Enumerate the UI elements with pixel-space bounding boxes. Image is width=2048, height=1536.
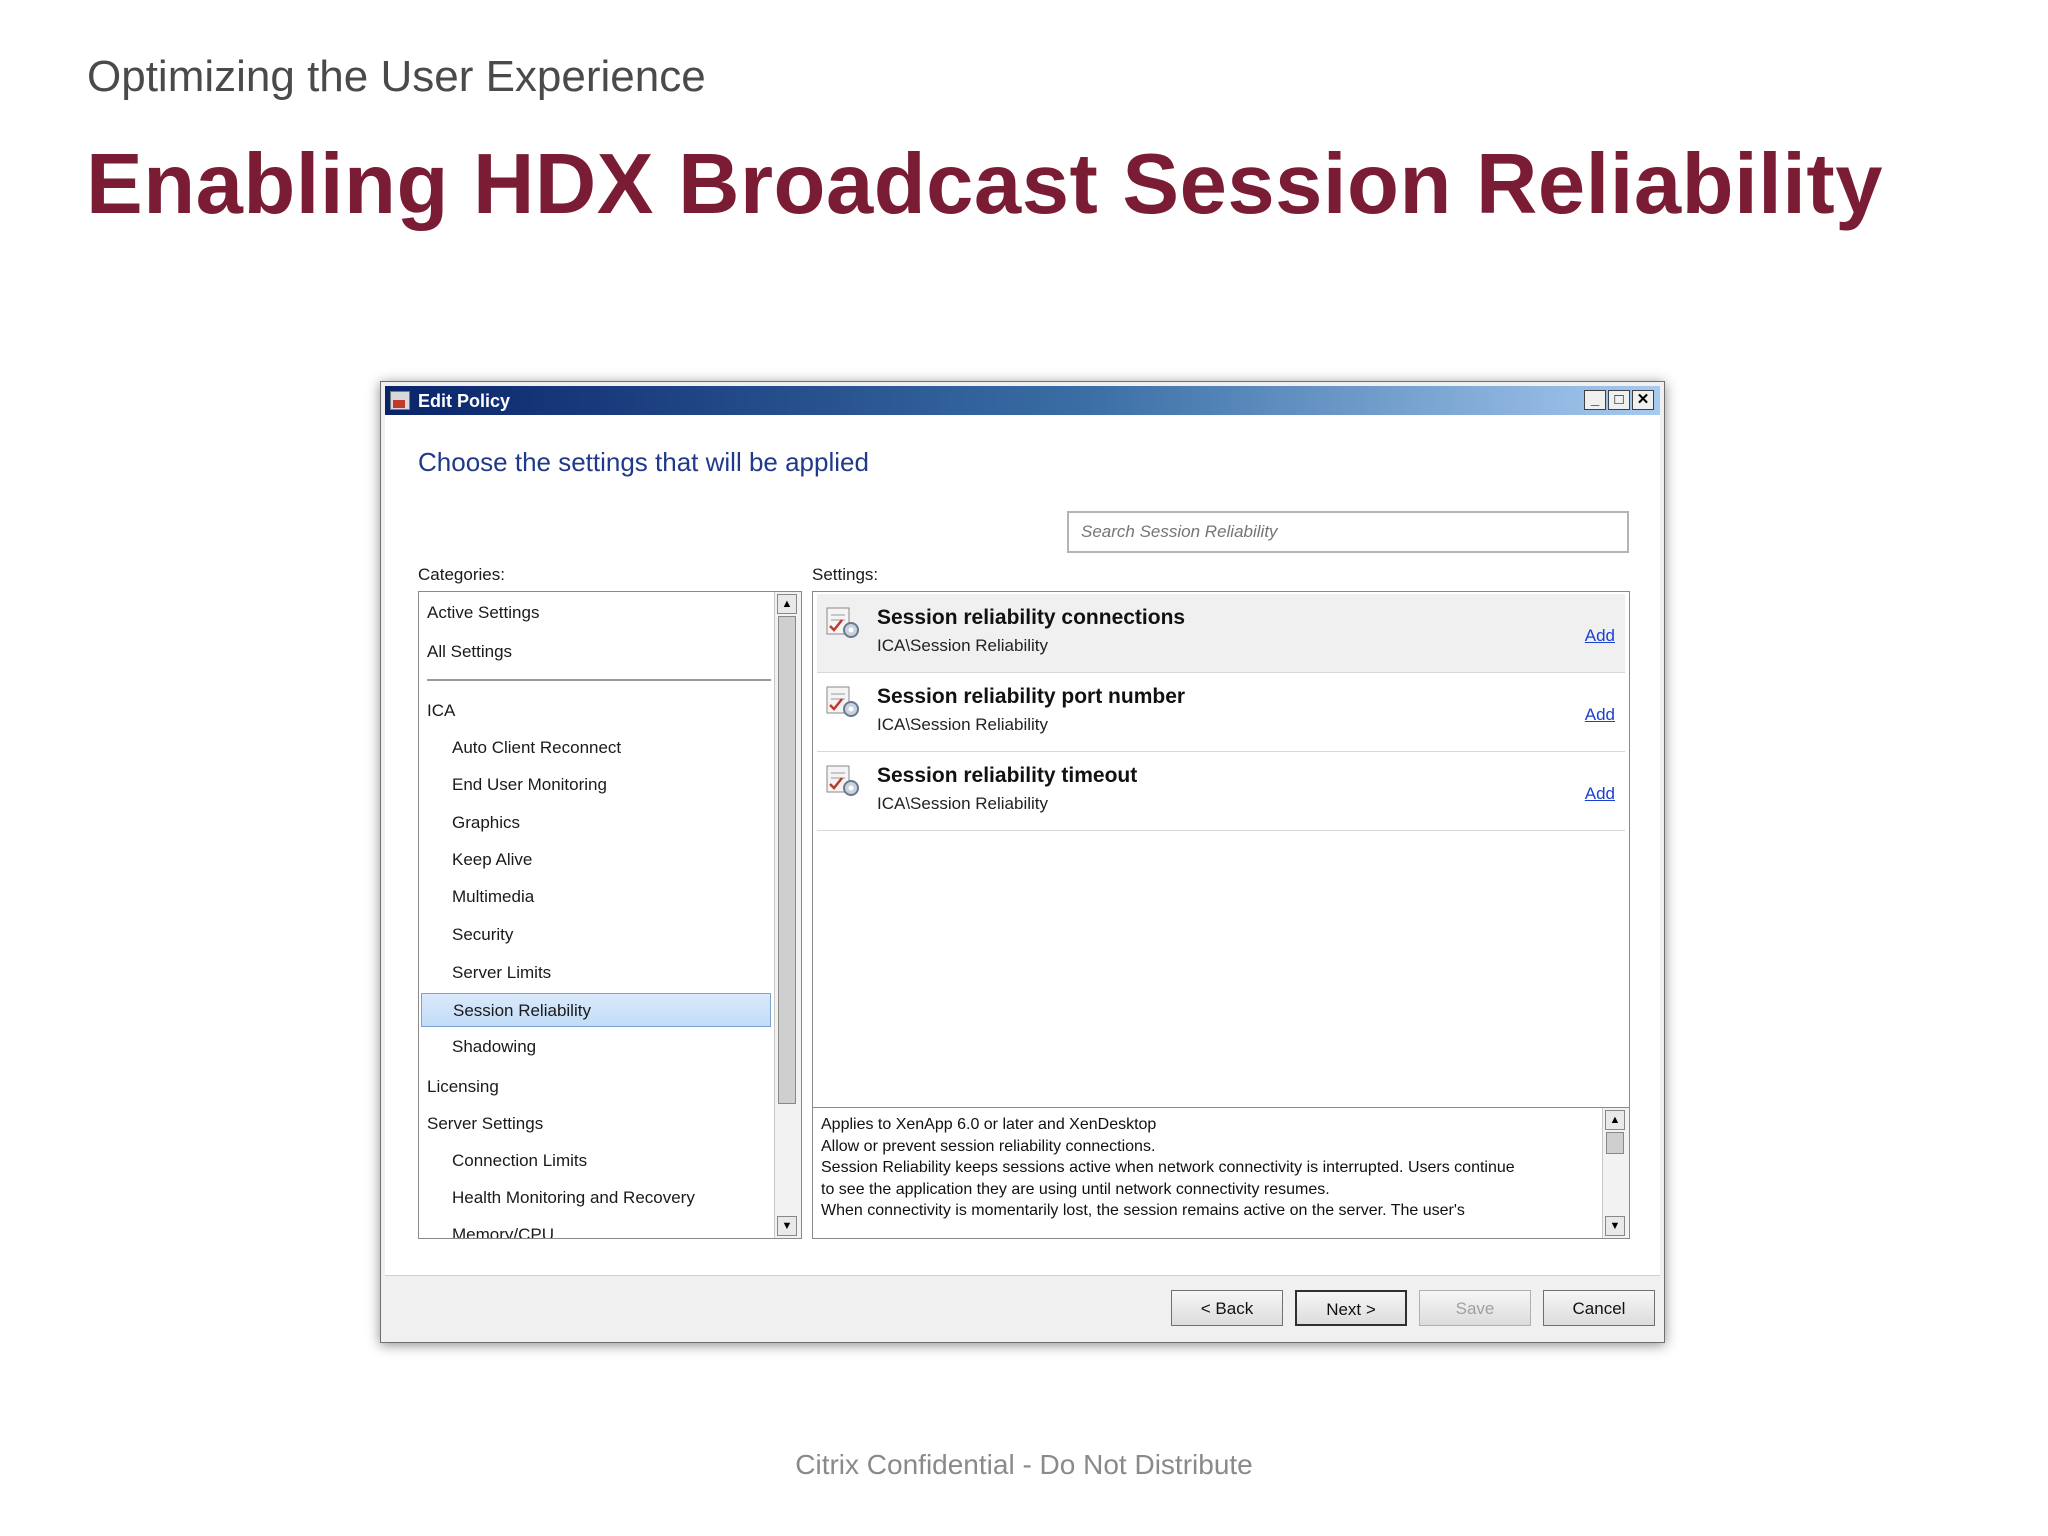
category-item[interactable]: End User Monitoring [419,768,773,802]
back-button[interactable]: < Back [1171,1290,1283,1326]
category-item[interactable]: Security [419,918,773,952]
slide-subtitle: Optimizing the User Experience [87,52,706,101]
description-scroll-down-arrow[interactable]: ▼ [1605,1216,1625,1236]
category-item[interactable]: Session Reliability [421,993,771,1027]
category-item[interactable]: Licensing [419,1070,773,1104]
category-item[interactable]: Graphics [419,806,773,840]
category-item[interactable]: Connection Limits [419,1144,773,1178]
category-item[interactable]: Keep Alive [419,843,773,877]
categories-separator [427,679,771,681]
setting-name: Session reliability port number [877,685,1186,708]
scroll-down-arrow[interactable]: ▼ [777,1216,797,1236]
setting-path: ICA\Session Reliability [877,715,1049,734]
save-button[interactable]: Save [1419,1290,1531,1326]
setting-name: Session reliability timeout [877,764,1138,787]
setting-row[interactable]: Session reliability connections ICA\Sessi… [817,594,1625,673]
scroll-thumb[interactable] [778,616,796,1104]
minimize-button[interactable]: _ [1584,390,1606,410]
description-line: When connectivity is momentarily lost, t… [821,1202,1465,1219]
description-line: Allow or prevent session reliability con… [821,1137,1156,1155]
category-item[interactable]: Memory/CPU [419,1218,773,1238]
description-scroll-thumb[interactable] [1606,1132,1624,1154]
category-item[interactable]: Server Settings [419,1107,773,1141]
add-setting-link[interactable]: Add [1585,784,1615,804]
search-input[interactable] [1067,511,1629,553]
slide-footer: Citrix Confidential - Do Not Distribute [795,1449,1253,1480]
app-icon [390,391,410,410]
category-item[interactable]: Server Limits [419,956,773,990]
dialog-button-bar: < Back Next > Save Cancel [385,1275,1660,1336]
setting-path: ICA\Session Reliability [877,636,1049,655]
scroll-up-arrow[interactable]: ▲ [777,594,797,614]
setting-description: Applies to XenApp 6.0 or later and XenDe… [813,1107,1629,1238]
categories-scrollbar[interactable]: ▲ ▼ [774,592,801,1238]
setting-row[interactable]: Session reliability port number ICA\Sessi… [817,673,1625,752]
window-title: Edit Policy [418,391,511,411]
description-scrollbar[interactable]: ▲ ▼ [1602,1108,1629,1238]
setting-gear-icon [826,765,859,796]
category-item[interactable]: Auto Client Reconnect [419,731,773,765]
add-setting-link[interactable]: Add [1585,626,1615,646]
close-button[interactable]: ✕ [1632,390,1654,410]
dialog-client-area: Choose the settings that will be applied… [385,415,1660,1275]
description-line: to see the application they are using un… [821,1180,1330,1198]
settings-label: Settings: [812,565,879,584]
cancel-button[interactable]: Cancel [1543,1290,1655,1326]
add-setting-link[interactable]: Add [1585,705,1615,725]
setting-row[interactable]: Session reliability timeout ICA\Session R… [817,752,1625,831]
description-line: Session Reliability keeps sessions activ… [821,1159,1515,1176]
slide-title: Enabling HDX Broadcast Session Reliabili… [86,137,1883,232]
categories-label: Categories: [418,565,505,584]
category-item[interactable]: Health Monitoring and Recovery [419,1181,773,1215]
category-item[interactable]: All Settings [419,635,773,669]
category-item[interactable]: ICA [419,694,773,728]
title-bar[interactable]: Edit Policy _ □ ✕ [385,386,1660,415]
setting-path: ICA\Session Reliability [877,794,1049,813]
category-item[interactable]: Active Settings [419,596,773,630]
description-line: Applies to XenApp 6.0 or later and XenDe… [821,1116,1157,1133]
description-scroll-up-arrow[interactable]: ▲ [1605,1110,1625,1130]
category-item[interactable]: Shadowing [419,1030,773,1064]
next-button[interactable]: Next > [1295,1290,1407,1326]
settings-list: Session reliability connections ICA\Sessi… [812,591,1630,1239]
maximize-button[interactable]: □ [1608,390,1630,410]
categories-list[interactable]: Active Settings All Settings ICA Auto Clien… [418,591,802,1239]
dialog-heading: Choose the settings that will be applied [418,447,869,477]
setting-gear-icon [826,607,859,638]
edit-policy-dialog: Edit Policy _ □ ✕ Choose the settings th… [380,381,1665,1343]
setting-name: Session reliability connections [877,606,1186,629]
setting-gear-icon [826,686,859,717]
category-item[interactable]: Multimedia [419,880,773,914]
